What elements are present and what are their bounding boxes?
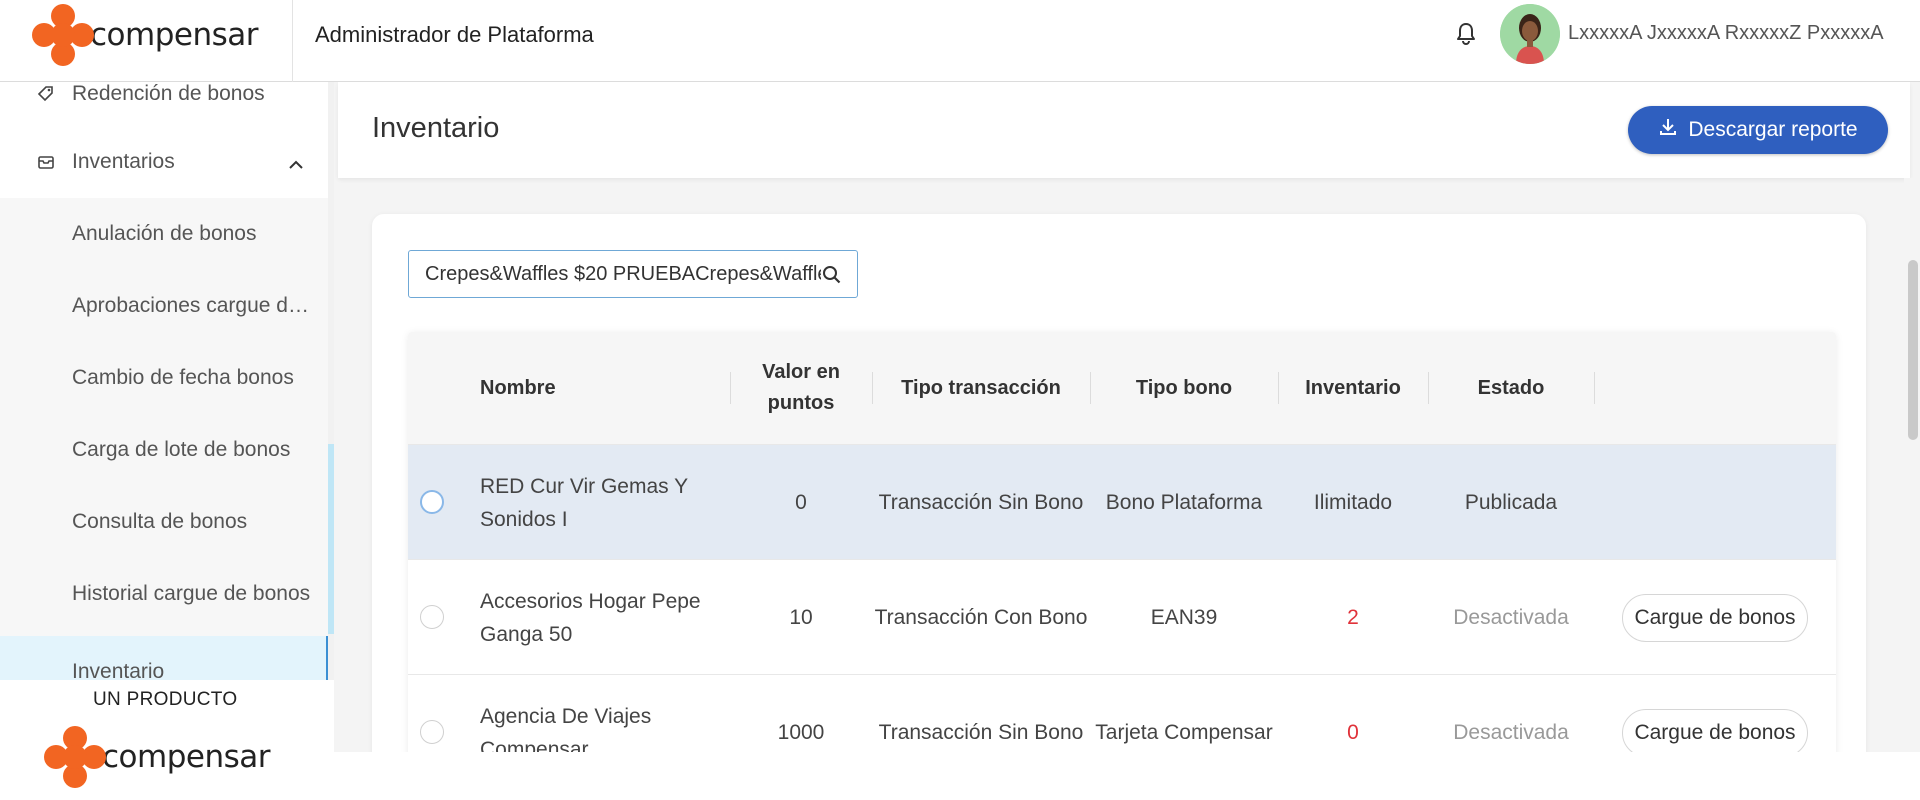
logo-text: compensar	[102, 739, 271, 775]
bell-icon[interactable]	[1452, 20, 1480, 48]
cargue-bonos-button[interactable]: Cargue de bonos	[1622, 708, 1808, 752]
table-header: Nombre Valor en puntos Tipo transacción …	[408, 332, 1836, 444]
sidebar-item-anulacion[interactable]: Anulación de bonos	[0, 198, 328, 270]
row-radio[interactable]	[420, 605, 444, 629]
column-header-tipo-transaccion: Tipo transacción	[901, 376, 1061, 399]
cell-inventario: 2	[1347, 606, 1359, 629]
cell-tipo-transaccion: Transacción Sin Bono	[878, 721, 1084, 744]
cell-inventario: Ilimitado	[1313, 491, 1393, 514]
inventory-card: Nombre Valor en puntos Tipo transacción …	[372, 214, 1866, 752]
app-title: Administrador de Plataforma	[315, 22, 594, 47]
cell-valor: 0	[795, 491, 807, 514]
download-report-button[interactable]: Descargar reporte	[1628, 106, 1888, 154]
cell-estado: Desactivada	[1453, 606, 1569, 629]
main-scrollbar[interactable]	[1904, 178, 1920, 752]
cell-nombre: Agencia De Viajes Compensar	[480, 704, 652, 753]
table-row[interactable]: Agencia De Viajes Compensar 1000 Transac…	[408, 674, 1836, 752]
cell-tipo-bono: Tarjeta Compensar	[1095, 721, 1273, 744]
row-radio[interactable]	[420, 720, 444, 744]
sidebar-item-label: Redención de bonos	[72, 82, 265, 105]
logo-text: compensar	[90, 17, 259, 53]
main-content: Inventario Descargar reporte Nombre Valo…	[334, 82, 1920, 752]
sidebar-item-label: Anulación de bonos	[72, 222, 257, 245]
cell-valor: 1000	[777, 721, 825, 744]
cell-actions: Cargue de bonos	[1594, 560, 1836, 675]
sidebar-item-label: Inventario	[72, 660, 165, 680]
column-header-nombre: Nombre	[480, 376, 556, 399]
top-header: compensar Administrador de Plataforma Lx…	[0, 0, 1920, 82]
sidebar-item-label: Carga de lote de bonos	[72, 438, 291, 461]
cargue-bonos-button[interactable]: Cargue de bonos	[1622, 593, 1808, 642]
row-radio[interactable]	[420, 490, 444, 514]
column-header-estado: Estado	[1477, 376, 1545, 399]
cell-valor: 10	[789, 606, 813, 629]
cell-nombre: Accesorios Hogar Pepe Ganga 50	[480, 589, 701, 646]
search-icon[interactable]	[821, 264, 843, 291]
column-divider	[1594, 372, 1595, 404]
tag-icon	[36, 84, 56, 104]
download-report-label: Descargar reporte	[1688, 118, 1858, 141]
footer-compensar-logo: compensar	[44, 724, 271, 790]
cell-estado: Desactivada	[1453, 721, 1569, 744]
page-header: Inventario Descargar reporte	[338, 82, 1910, 178]
cell-tipo-transaccion: Transacción Sin Bono	[878, 491, 1084, 514]
sidebar-item-aprobaciones[interactable]: Aprobaciones cargue de bonos	[0, 270, 328, 342]
sidebar-item-label: Historial cargue de bonos	[72, 582, 311, 605]
chevron-up-icon	[288, 152, 304, 176]
box-icon	[36, 152, 56, 172]
footer-label: UN PRODUCTO	[93, 689, 238, 710]
download-icon	[1658, 117, 1678, 143]
sidebar-item-inventarios[interactable]: Inventarios	[0, 126, 328, 198]
sidebar-footer: UN PRODUCTO compensar	[0, 680, 334, 800]
user-name[interactable]: LxxxxxA JxxxxxA RxxxxxZ PxxxxxA	[1568, 22, 1884, 45]
column-header-inventario: Inventario	[1305, 376, 1401, 399]
sidebar-item-label: Inventarios	[72, 150, 175, 173]
cell-actions: Cargue de bonos	[1594, 675, 1836, 752]
logo-dots-icon	[44, 726, 106, 788]
logo-dots-icon	[32, 4, 94, 66]
main-scrollbar-thumb[interactable]	[1908, 260, 1918, 440]
page-title: Inventario	[372, 112, 500, 144]
cell-tipo-bono: EAN39	[1150, 606, 1218, 629]
inventory-table: Nombre Valor en puntos Tipo transacción …	[408, 332, 1836, 752]
sidebar: Redención de bonos Inventarios Anulación…	[0, 82, 334, 680]
sidebar-item-cambio-fecha[interactable]: Cambio de fecha bonos	[0, 342, 328, 414]
table-row[interactable]: RED Cur Vir Gemas Y Sonidos I 0 Transacc…	[408, 444, 1836, 559]
cell-tipo-bono: Bono Plataforma	[1105, 491, 1263, 514]
cell-tipo-transaccion: Transacción Con Bono	[874, 606, 1088, 629]
sidebar-item-consulta[interactable]: Consulta de bonos	[0, 486, 328, 558]
search-field[interactable]	[408, 250, 858, 298]
sidebar-item-inventario[interactable]: Inventario	[0, 636, 328, 680]
cell-estado: Publicada	[1464, 491, 1558, 514]
sidebar-item-label: Cambio de fecha bonos	[72, 366, 294, 389]
header-divider	[292, 0, 293, 82]
sidebar-item-label: Consulta de bonos	[72, 510, 248, 533]
column-header-valor: Valor en puntos	[762, 361, 840, 414]
table-row[interactable]: Accesorios Hogar Pepe Ganga 50 10 Transa…	[408, 559, 1836, 674]
search-input[interactable]	[425, 262, 821, 286]
cell-inventario: 0	[1347, 721, 1359, 744]
avatar[interactable]	[1500, 4, 1560, 64]
sidebar-item-redencion[interactable]: Redención de bonos	[0, 82, 328, 130]
column-header-tipo-bono: Tipo bono	[1135, 376, 1233, 399]
cell-nombre: RED Cur Vir Gemas Y Sonidos I	[480, 474, 688, 531]
sidebar-item-label: Aprobaciones cargue de bonos	[72, 294, 312, 317]
sidebar-item-historial[interactable]: Historial cargue de bonos	[0, 558, 328, 630]
compensar-logo[interactable]: compensar	[32, 2, 259, 68]
sidebar-item-carga-lote[interactable]: Carga de lote de bonos	[0, 414, 328, 486]
